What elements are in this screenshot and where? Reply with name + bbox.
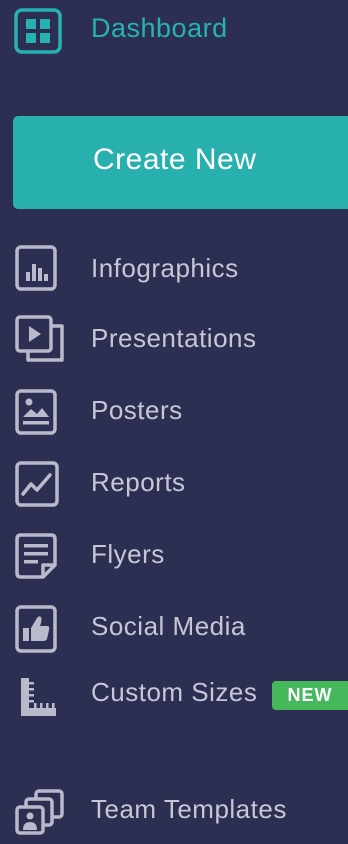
sidebar-item-label: Flyers — [91, 539, 165, 569]
sidebar-item-team-templates[interactable]: Team Templates — [0, 784, 348, 844]
ruler-icon — [14, 674, 66, 726]
sidebar-item-presentations[interactable]: Presentations — [0, 310, 348, 370]
flyer-document-icon — [14, 532, 66, 584]
dashboard-grid-icon — [14, 8, 62, 54]
sidebar-item-posters[interactable]: Posters — [0, 382, 348, 442]
sidebar-item-label: Custom Sizes — [91, 677, 258, 707]
infographic-chart-icon — [14, 244, 66, 296]
sidebar-item-reports[interactable]: Reports — [0, 454, 348, 514]
create-new-button[interactable]: Create New — [13, 116, 348, 209]
new-badge: NEW — [272, 681, 348, 710]
sidebar-item-label: Presentations — [91, 323, 257, 353]
sidebar-item-infographics[interactable]: Infographics — [0, 238, 348, 298]
sidebar-item-label: Infographics — [91, 253, 239, 283]
report-line-chart-icon — [14, 460, 66, 512]
social-thumbs-up-icon — [14, 604, 66, 656]
sidebar-item-label: Social Media — [91, 611, 246, 641]
sidebar-item-social-media[interactable]: Social Media — [0, 598, 348, 658]
poster-image-icon — [14, 388, 66, 440]
sidebar-item-label: Team Templates — [91, 794, 287, 824]
sidebar-item-flyers[interactable]: Flyers — [0, 526, 348, 586]
team-templates-icon — [14, 788, 66, 840]
sidebar-item-label: Reports — [91, 467, 186, 497]
sidebar-item-dashboard[interactable]: Dashboard — [0, 0, 348, 60]
create-new-label: Create New — [93, 143, 257, 176]
presentation-play-icon — [14, 314, 66, 366]
sidebar-item-label: Dashboard — [91, 13, 228, 43]
sidebar-item-label: Posters — [91, 395, 183, 425]
sidebar: Dashboard Create New Infographics Presen… — [0, 0, 348, 835]
